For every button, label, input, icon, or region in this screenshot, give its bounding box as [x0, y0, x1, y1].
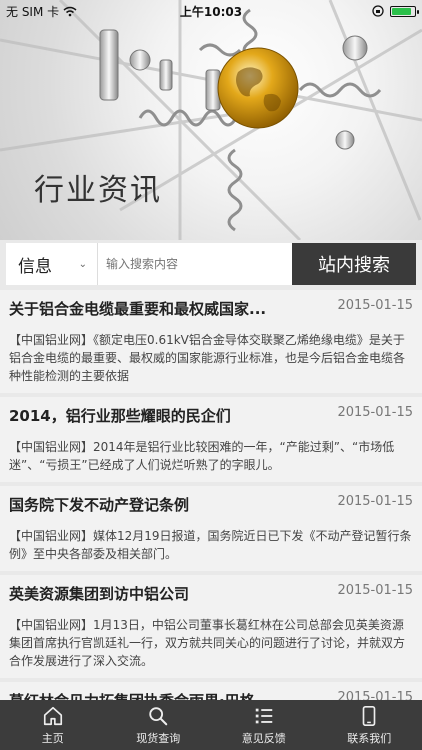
news-date: 2015-01-15	[337, 298, 413, 313]
tab-feedback[interactable]: 意见反馈	[211, 700, 317, 750]
news-title: 国务院下发不动产登记条例	[9, 496, 190, 514]
news-item[interactable]: 英美资源集团到访中铝公司 2015-01-15 【中国铝业网】1月13日，中铝公…	[0, 575, 422, 678]
category-label: 信息	[18, 256, 52, 277]
news-title: 2014，铝行业那些耀眼的民企们	[9, 407, 231, 425]
news-title: 英美资源集团到访中铝公司	[9, 585, 190, 603]
battery-icon	[390, 5, 419, 17]
news-title: 关于铝合金电缆最重要和最权威国家...	[9, 300, 267, 318]
news-date: 2015-01-15	[337, 405, 413, 420]
phone-icon	[362, 705, 376, 726]
tab-label: 联系我们	[347, 731, 392, 745]
banner-title: 行业资讯	[34, 173, 162, 208]
status-bar: 无 SIM 卡 上午10:03	[0, 0, 422, 22]
news-summary: 【中国铝业网】2014年是铝行业比较困难的一年，“产能过剩”、“市场低迷”、“亏…	[9, 440, 395, 472]
tab-label: 现货查询	[136, 731, 181, 745]
tab-contact[interactable]: 联系我们	[317, 700, 422, 750]
tab-home[interactable]: 主页	[0, 700, 106, 750]
news-summary: 【中国铝业网】《额定电压0.61kV铝合金导体交联聚乙烯绝缘电缆》是关于铝合金电…	[9, 333, 406, 383]
category-select[interactable]: 信息 ⌄	[6, 243, 98, 285]
search-bar: 信息 ⌄ 站内搜索	[6, 243, 416, 285]
home-icon	[43, 706, 62, 725]
tab-bar: 主页 现货查询 意见反馈 联系我们	[0, 700, 422, 750]
news-item[interactable]: 关于铝合金电缆最重要和最权威国家... 2015-01-15 【中国铝业网】《额…	[0, 290, 422, 393]
carrier-label: 无 SIM 卡	[6, 4, 60, 19]
news-date: 2015-01-15	[337, 494, 413, 509]
list-icon	[255, 708, 272, 723]
status-time: 上午10:03	[179, 4, 243, 19]
news-summary: 【中国铝业网】1月13日，中铝公司董事长葛红林在公司总部会见英美资源集团首席执行…	[9, 618, 406, 668]
chevron-down-icon: ⌄	[78, 258, 87, 270]
news-item[interactable]: 国务院下发不动产登记条例 2015-01-15 【中国铝业网】媒体12月19日报…	[0, 486, 422, 571]
wifi-icon	[63, 6, 77, 16]
news-list: 关于铝合金电缆最重要和最权威国家... 2015-01-15 【中国铝业网】《额…	[0, 290, 422, 723]
news-item[interactable]: 2014，铝行业那些耀眼的民企们 2015-01-15 【中国铝业网】2014年…	[0, 397, 422, 482]
search-button[interactable]: 站内搜索	[292, 243, 416, 285]
tab-label: 意见反馈	[241, 731, 286, 745]
news-date: 2015-01-15	[337, 583, 413, 598]
news-summary: 【中国铝业网】媒体12月19日报道，国务院近日已下发《不动产登记暂行条例》至中央…	[9, 529, 412, 561]
tab-label: 主页	[41, 731, 64, 745]
tab-spot-query[interactable]: 现货查询	[106, 700, 212, 750]
search-icon	[149, 706, 168, 725]
banner: 行业资讯	[0, 0, 422, 240]
search-input[interactable]	[98, 243, 292, 285]
rotation-lock-icon	[372, 5, 384, 17]
